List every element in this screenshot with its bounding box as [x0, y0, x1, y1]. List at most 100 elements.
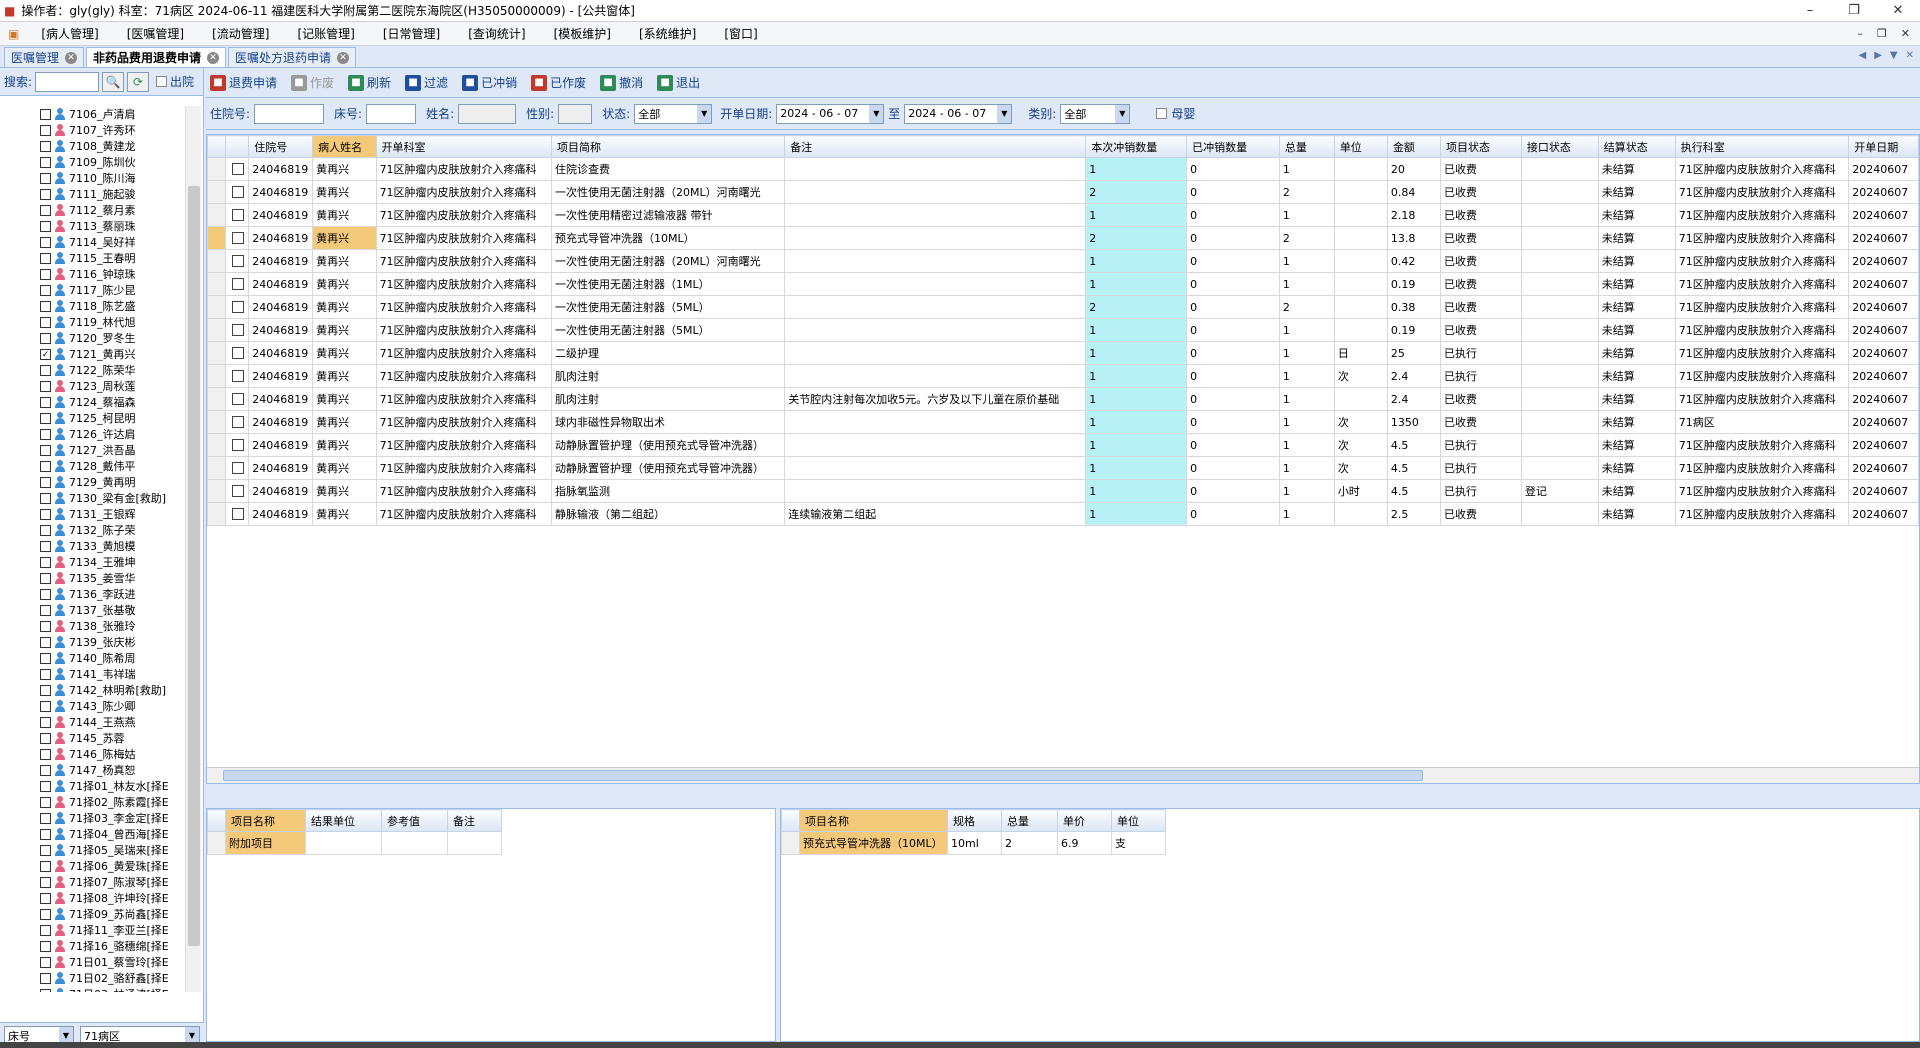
- checkbox[interactable]: [40, 684, 51, 696]
- checkbox[interactable]: [40, 428, 51, 440]
- checkbox[interactable]: [40, 908, 51, 920]
- checkbox[interactable]: [40, 828, 51, 840]
- table-row[interactable]: 24046819 黄再兴 71区肿瘤内皮肤放射介入疼痛科 指脉氧监测 1 0 1 小时 4.5 已…: [207, 479, 1919, 503]
- checkbox[interactable]: [40, 812, 51, 824]
- checkbox[interactable]: [40, 636, 51, 648]
- checkbox[interactable]: [40, 156, 51, 168]
- patient-item[interactable]: 71择03_李金定[择E: [0, 810, 184, 826]
- menu-item-1[interactable]: [医嘱管理]: [113, 25, 198, 42]
- patient-item[interactable]: 7140_陈希周: [0, 650, 184, 666]
- patient-item[interactable]: 71择05_吴瑞来[择E: [0, 842, 184, 858]
- patient-item[interactable]: 7123_周秋莲: [0, 378, 184, 394]
- row-checkbox[interactable]: [232, 186, 245, 198]
- tab-close-all-icon[interactable]: ✕: [1906, 50, 1914, 61]
- column-header[interactable]: 开单科室: [375, 135, 553, 158]
- mdi-restore-icon[interactable]: ❐: [1877, 27, 1887, 40]
- checkbox[interactable]: [40, 556, 51, 568]
- close-icon[interactable]: ✕: [207, 51, 220, 64]
- name-input[interactable]: [458, 103, 517, 124]
- row-checkbox-cell[interactable]: [224, 433, 250, 457]
- patient-item[interactable]: 7143_陈少卿: [0, 698, 184, 714]
- checkbox[interactable]: [40, 108, 51, 120]
- checkbox[interactable]: [40, 924, 51, 936]
- table-row[interactable]: 24046819 黄再兴 71区肿瘤内皮肤放射介入疼痛科 二级护理 1 0 1 日 25 已执行未…: [207, 341, 1919, 365]
- select-all-header[interactable]: [224, 135, 250, 158]
- checkbox[interactable]: [40, 572, 51, 584]
- table-row[interactable]: 24046819 黄再兴 71区肿瘤内皮肤放射介入疼痛科 球内非磁性异物取出术 1 0 1 次…: [207, 410, 1919, 434]
- checkbox[interactable]: [40, 284, 51, 296]
- row-checkbox[interactable]: [232, 393, 245, 405]
- checkbox[interactable]: [40, 300, 51, 312]
- toolbar-button-5[interactable]: ■ 已作废: [531, 74, 586, 91]
- checked-checkbox[interactable]: ✓: [40, 348, 51, 360]
- checkbox[interactable]: [40, 204, 51, 216]
- patient-item[interactable]: 7146_陈梅姑: [0, 746, 184, 762]
- mdi-minimize-icon[interactable]: –: [1857, 27, 1863, 40]
- menu-item-7[interactable]: [系统维护]: [625, 25, 710, 42]
- patient-item[interactable]: 71择08_许坤玲[择E: [0, 890, 184, 906]
- patient-item[interactable]: 71择16_骆穗绵[择E: [0, 938, 184, 954]
- patient-item[interactable]: 7112_蔡月素: [0, 202, 184, 218]
- patient-item[interactable]: 7120_罗冬生: [0, 330, 184, 346]
- column-header[interactable]: 备注: [784, 135, 1087, 158]
- patient-item[interactable]: ✓ 7121_黄再兴: [0, 346, 184, 362]
- column-header[interactable]: 单位: [1111, 809, 1166, 832]
- row-checkbox-cell[interactable]: [224, 502, 250, 526]
- patient-item[interactable]: 71择09_苏尚鑫[择E: [0, 906, 184, 922]
- column-header[interactable]: 结算状态: [1597, 135, 1676, 158]
- row-checkbox-cell[interactable]: [224, 180, 250, 204]
- checkbox[interactable]: [40, 940, 51, 952]
- column-header[interactable]: 执行科室: [1674, 135, 1850, 158]
- row-header[interactable]: [207, 180, 226, 204]
- checkbox[interactable]: [40, 652, 51, 664]
- row-header[interactable]: [207, 203, 226, 227]
- checkbox[interactable]: [40, 172, 51, 184]
- column-header[interactable]: 项目状态: [1440, 135, 1522, 158]
- table-row[interactable]: 附加项目: [207, 831, 502, 855]
- toolbar-button-2[interactable]: ■ 刷新: [348, 74, 391, 91]
- column-header[interactable]: 单位: [1333, 135, 1388, 158]
- checkbox[interactable]: [40, 140, 51, 152]
- patient-item[interactable]: 7119_林代旭: [0, 314, 184, 330]
- baby-checkbox[interactable]: [1156, 108, 1168, 119]
- checkbox[interactable]: [40, 332, 51, 344]
- status-select[interactable]: 全部 ▼: [634, 103, 713, 124]
- row-header[interactable]: [207, 410, 226, 434]
- patient-item[interactable]: 7115_王春明: [0, 250, 184, 266]
- row-checkbox[interactable]: [232, 416, 245, 428]
- row-header[interactable]: [207, 272, 226, 296]
- row-header[interactable]: [207, 479, 226, 503]
- patient-search-input[interactable]: [35, 71, 100, 92]
- table-row[interactable]: 24046819 黄再兴 71区肿瘤内皮肤放射介入疼痛科 静脉输液（第二组起） 连续输液…: [207, 502, 1919, 526]
- patient-item[interactable]: 71择07_陈淑琴[择E: [0, 874, 184, 890]
- row-checkbox-cell[interactable]: [224, 387, 250, 411]
- row-checkbox[interactable]: [232, 278, 245, 290]
- tab-scroll-right-icon[interactable]: ▶: [1874, 50, 1882, 61]
- checkbox[interactable]: [40, 988, 51, 992]
- patient-item[interactable]: 7135_姜雪华: [0, 570, 184, 586]
- row-checkbox-cell[interactable]: [224, 410, 250, 434]
- table-row[interactable]: 24046819 黄再兴 71区肿瘤内皮肤放射介入疼痛科 一次性使用精密过滤输液器 带…: [207, 203, 1919, 227]
- tab-scroll-left-icon[interactable]: ◀: [1859, 50, 1867, 61]
- row-header[interactable]: [781, 831, 800, 855]
- minimize-button[interactable]: –: [1788, 3, 1832, 18]
- refresh-icon[interactable]: ⟳: [127, 71, 150, 92]
- patient-item[interactable]: 71日01_蔡雪玲[择E: [0, 954, 184, 970]
- toolbar-button-3[interactable]: ■ 过滤: [405, 74, 448, 91]
- column-header[interactable]: 项目名称: [799, 809, 948, 832]
- patient-item[interactable]: 7145_苏蓉: [0, 730, 184, 746]
- menu-item-5[interactable]: [查询统计]: [454, 25, 539, 42]
- inpatient-input[interactable]: [254, 103, 325, 124]
- checkbox[interactable]: [40, 796, 51, 808]
- checkbox[interactable]: [40, 492, 51, 504]
- checkbox[interactable]: [40, 716, 51, 728]
- row-checkbox[interactable]: [232, 485, 245, 497]
- patient-item[interactable]: 7111_施起骏: [0, 186, 184, 202]
- checkbox[interactable]: [40, 252, 51, 264]
- patient-item[interactable]: 7137_张基敬: [0, 602, 184, 618]
- row-header[interactable]: [207, 831, 226, 855]
- checkbox[interactable]: [40, 508, 51, 520]
- menu-item-4[interactable]: [日常管理]: [369, 25, 454, 42]
- column-header[interactable]: 参考值: [381, 809, 448, 832]
- row-header[interactable]: [207, 456, 226, 480]
